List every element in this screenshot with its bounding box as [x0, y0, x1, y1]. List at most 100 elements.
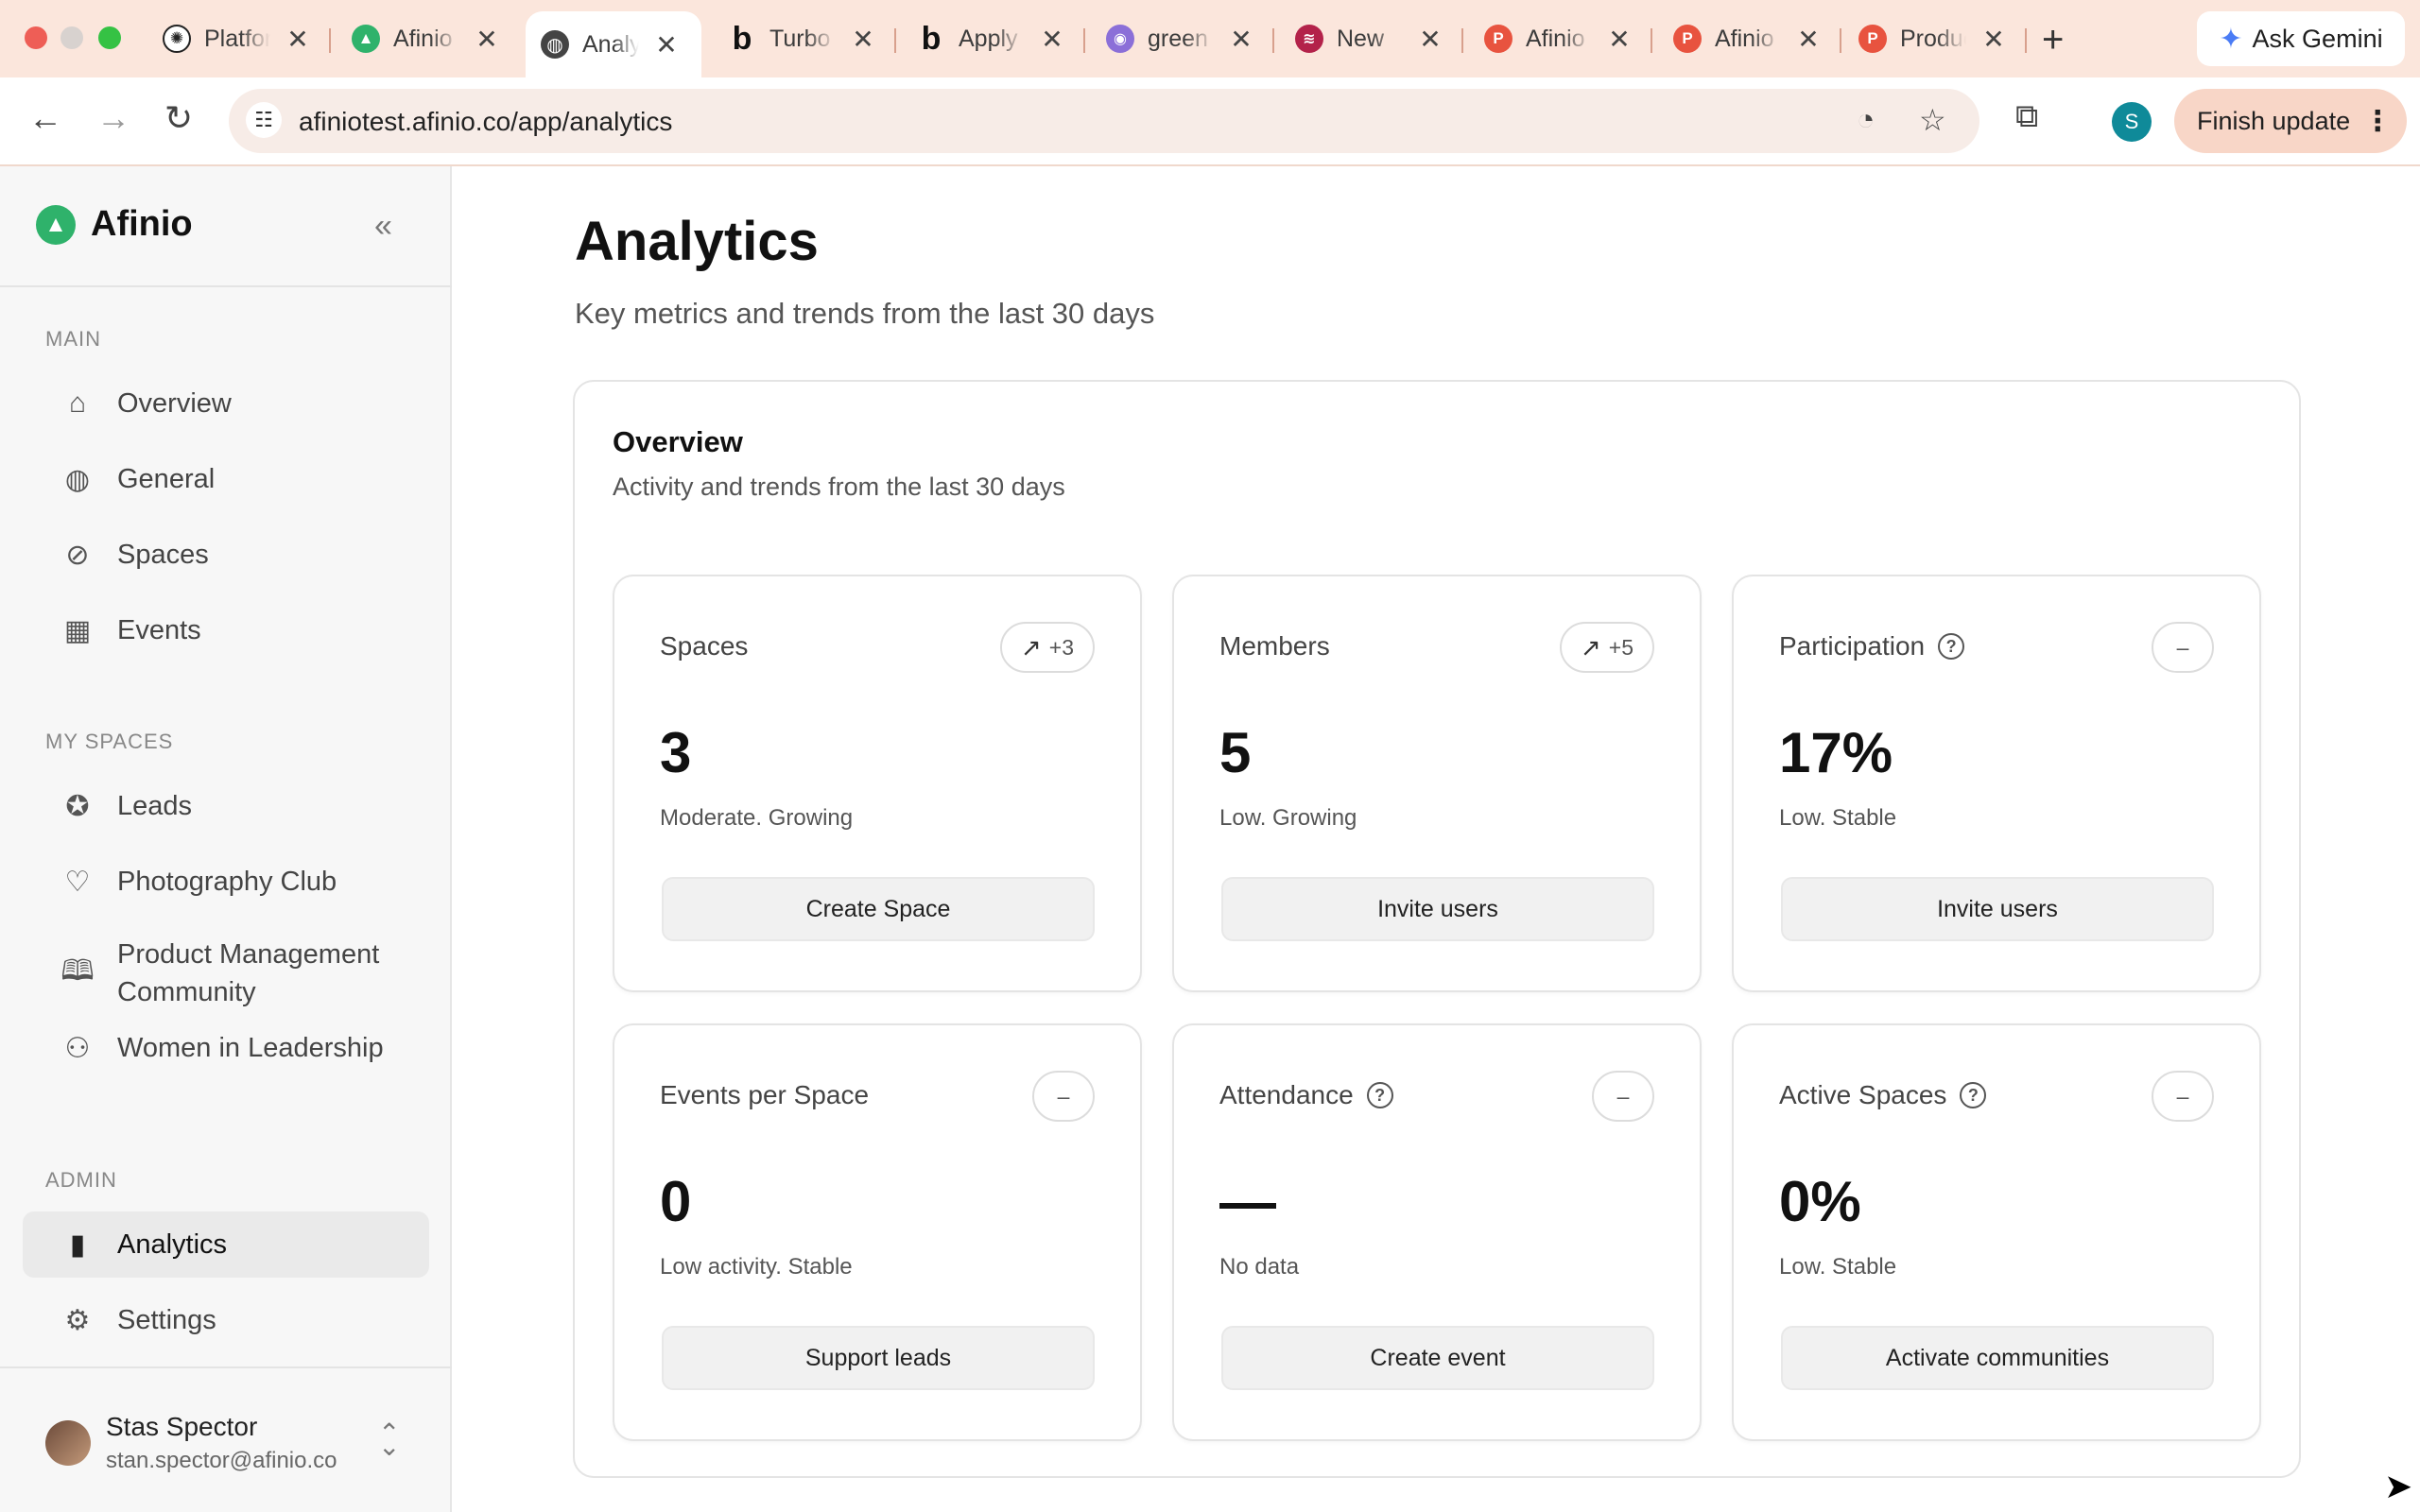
- browser-tab-active[interactable]: ◍ Analytics ✕: [526, 11, 701, 77]
- help-circle-icon[interactable]: ?: [1938, 633, 1965, 660]
- url-text[interactable]: afiniotest.afinio.co/app/analytics: [299, 107, 672, 137]
- new-tab-plus-icon[interactable]: +: [2042, 19, 2064, 61]
- performance-gauge-icon[interactable]: ◔: [1857, 102, 1875, 137]
- red-icon: ≋: [1295, 25, 1323, 53]
- browser-tab[interactable]: P Afinio ✕: [1673, 11, 1823, 66]
- minimize-window-button[interactable]: [60, 26, 83, 49]
- close-tab-icon[interactable]: ✕: [284, 24, 312, 55]
- close-tab-icon[interactable]: ✕: [473, 24, 501, 55]
- activate-communities-button[interactable]: Activate communities: [1781, 1326, 2214, 1390]
- calendar-icon: ▦: [63, 614, 92, 646]
- browser-toolbar: ← → ↻ ☷ afiniotest.afinio.co/app/analyti…: [0, 77, 2420, 166]
- metric-value: 0%: [1779, 1170, 1861, 1233]
- tab-label: Turbo: [769, 25, 831, 52]
- sidebar-item-settings[interactable]: ⚙ Settings: [23, 1287, 429, 1353]
- tab-label: Afinio: [1715, 25, 1774, 52]
- sidebar: ▲ Afinio « MAIN ⌂ Overview ◍ General ⊘ S…: [0, 166, 452, 1512]
- brand[interactable]: ▲ Afinio: [36, 204, 193, 245]
- chevron-up-down-icon[interactable]: ⌃ ⌄: [378, 1420, 400, 1460]
- trend-value: +3: [1048, 634, 1074, 660]
- sidebar-item-photography-club[interactable]: ♡ Photography Club: [23, 849, 429, 915]
- invite-users-button[interactable]: Invite users: [1221, 877, 1654, 941]
- back-arrow-icon[interactable]: ←: [28, 98, 62, 138]
- metric-status: Moderate. Growing: [660, 805, 854, 831]
- reload-icon[interactable]: ↻: [164, 98, 193, 138]
- sidebar-item-label: Women in Leadership: [117, 1033, 384, 1063]
- metric-value: 0: [660, 1170, 692, 1233]
- site-settings-icon[interactable]: ☷: [246, 102, 282, 138]
- more-vert-icon: ⋮: [2363, 105, 2393, 137]
- browser-tab[interactable]: P Product ✕: [1858, 11, 2008, 66]
- afinio-icon: ▲: [352, 25, 380, 53]
- sidebar-item-leads[interactable]: ✪ Leads: [23, 773, 429, 839]
- close-tab-icon[interactable]: ✕: [849, 24, 877, 55]
- close-window-button[interactable]: [25, 26, 47, 49]
- metric-status: No data: [1219, 1254, 1300, 1280]
- trend-badge: ↗ +3: [999, 622, 1095, 673]
- tab-label: Afinio: [1526, 25, 1585, 52]
- sidebar-item-label: General: [117, 464, 216, 494]
- user-menu[interactable]: Stas Spector stan.spector@afinio.co: [45, 1412, 337, 1474]
- ask-gemini-label: Ask Gemini: [2252, 24, 2383, 53]
- globe-icon: ◍: [541, 30, 569, 59]
- section-label-admin: ADMIN: [45, 1168, 117, 1192]
- browser-tab[interactable]: b Apply ✕: [917, 11, 1066, 66]
- sidebar-item-product-management-community[interactable]: 🕮 Product Management Community: [23, 926, 429, 1021]
- invite-users-button[interactable]: Invite users: [1781, 877, 2214, 941]
- tab-label: Apply: [959, 25, 1018, 52]
- ask-gemini-button[interactable]: ✦ Ask Gemini: [2197, 11, 2405, 66]
- browser-tab[interactable]: ✺ Platform ✕: [163, 11, 312, 66]
- maximize-window-button[interactable]: [98, 26, 121, 49]
- browser-tab[interactable]: ≋ New ✕: [1295, 11, 1444, 66]
- avatar: [45, 1420, 91, 1466]
- page-title: Analytics: [575, 211, 819, 272]
- address-bar[interactable]: ☷ afiniotest.afinio.co/app/analytics ◔ ☆: [229, 89, 1979, 153]
- tab-label: green: [1148, 25, 1208, 52]
- tab-label: New: [1337, 25, 1385, 52]
- close-tab-icon[interactable]: ✕: [1605, 24, 1634, 55]
- sidebar-item-label: Product Management Community: [117, 939, 380, 1007]
- profile-avatar[interactable]: S: [2112, 102, 2152, 142]
- close-tab-icon[interactable]: ✕: [1979, 24, 2008, 55]
- close-tab-icon[interactable]: ✕: [652, 29, 681, 60]
- create-space-button[interactable]: Create Space: [662, 877, 1095, 941]
- metric-title: Participation: [1779, 631, 1926, 661]
- browser-tab[interactable]: ▲ Afinio ✕: [352, 11, 501, 66]
- sidebar-item-events[interactable]: ▦ Events: [23, 597, 429, 663]
- bookmark-star-icon[interactable]: ☆: [1919, 102, 1946, 138]
- create-event-button[interactable]: Create event: [1221, 1326, 1654, 1390]
- sidebar-item-general[interactable]: ◍ General: [23, 446, 429, 512]
- sidebar-item-women-in-leadership[interactable]: ⚇ Women in Leadership: [23, 1015, 429, 1081]
- user-info: Stas Spector stan.spector@afinio.co: [106, 1412, 337, 1474]
- trend-badge: ↗ +5: [1559, 622, 1654, 673]
- close-tab-icon[interactable]: ✕: [1416, 24, 1444, 55]
- close-tab-icon[interactable]: ✕: [1227, 24, 1255, 55]
- metric-status: Low. Stable: [1779, 1254, 1897, 1280]
- browser-tab[interactable]: ◉ green ✕: [1106, 11, 1255, 66]
- overview-title: Overview: [613, 425, 743, 458]
- close-tab-icon[interactable]: ✕: [1038, 24, 1066, 55]
- metric-title: Spaces: [660, 631, 749, 661]
- help-circle-icon[interactable]: ?: [1366, 1082, 1393, 1108]
- collapse-sidebar-icon[interactable]: «: [374, 208, 392, 245]
- sidebar-item-spaces[interactable]: ⊘ Spaces: [23, 522, 429, 588]
- home-icon: ⌂: [68, 387, 87, 419]
- metric-card-attendance: Attendance? – — No data Create event: [1172, 1023, 1702, 1441]
- browser-tab[interactable]: b Turbo ✕: [728, 11, 877, 66]
- extensions-puzzle-icon[interactable]: ⧉: [2015, 98, 2038, 135]
- sidebar-item-overview[interactable]: ⌂ Overview: [23, 370, 429, 437]
- forward-arrow-icon[interactable]: →: [96, 98, 130, 138]
- tab-label: Product: [1900, 25, 1966, 52]
- metric-title-row: Active Spaces?: [1779, 1080, 1987, 1110]
- trend-badge: –: [2152, 622, 2214, 673]
- b-icon: b: [732, 20, 752, 57]
- metric-card-active-spaces: Active Spaces? – 0% Low. Stable Activate…: [1732, 1023, 2261, 1441]
- support-leads-button[interactable]: Support leads: [662, 1326, 1095, 1390]
- sidebar-item-analytics[interactable]: ▮ Analytics: [23, 1211, 429, 1278]
- finish-update-button[interactable]: Finish update ⋮: [2174, 89, 2407, 153]
- close-tab-icon[interactable]: ✕: [1794, 24, 1823, 55]
- metric-title: Events per Space: [660, 1080, 870, 1109]
- help-circle-icon[interactable]: ?: [1960, 1082, 1987, 1108]
- browser-tab[interactable]: P Afinio ✕: [1484, 11, 1634, 66]
- tab-label: Afinio: [393, 25, 453, 52]
